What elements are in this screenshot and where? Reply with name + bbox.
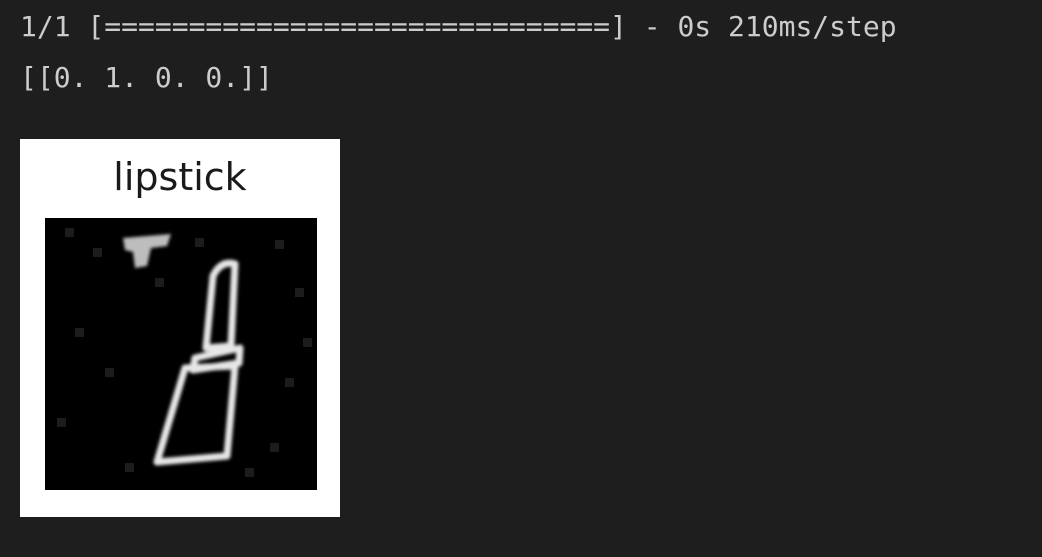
figure-title: lipstick	[113, 155, 247, 199]
plot-image	[45, 218, 317, 490]
cell-output-area: 1/1 [==============================] - 0…	[0, 0, 1042, 557]
lipstick-sketch-icon	[45, 218, 317, 490]
progress-output-line: 1/1 [==============================] - 0…	[20, 10, 897, 43]
prediction-output-line: [[0. 1. 0. 0.]]	[20, 61, 273, 94]
output-figure: lipstick	[20, 139, 340, 517]
